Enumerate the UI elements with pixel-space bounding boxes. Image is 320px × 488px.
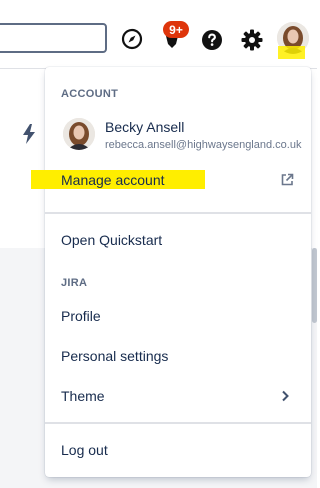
search-input[interactable] [0, 23, 107, 53]
menu-divider [45, 212, 311, 214]
top-navigation-bar: 9+ [0, 0, 317, 69]
gear-icon[interactable] [239, 27, 265, 53]
profile-item[interactable]: Profile [61, 308, 101, 324]
scrollbar[interactable] [312, 248, 317, 323]
menu-divider [45, 422, 311, 424]
account-section-title: ACCOUNT [61, 88, 119, 100]
log-out-item[interactable]: Log out [61, 442, 108, 458]
notification-count-badge[interactable]: 9+ [163, 21, 189, 38]
avatar-highlight-mark [278, 46, 305, 59]
jira-section-title: JIRA [61, 277, 88, 289]
theme-item[interactable]: Theme [61, 388, 105, 404]
lightning-icon [22, 124, 36, 149]
external-link-icon [280, 173, 294, 192]
account-dropdown-menu: ACCOUNT Becky Ansell rebecca.ansell@high… [31, 67, 311, 477]
user-email: rebecca.ansell@highwaysengland.co.uk [105, 139, 302, 151]
chevron-right-icon [281, 389, 289, 407]
compass-icon[interactable] [119, 26, 145, 52]
avatar [63, 118, 95, 150]
manage-account-link[interactable]: Manage account [61, 172, 165, 188]
open-quickstart-item[interactable]: Open Quickstart [61, 232, 162, 248]
personal-settings-item[interactable]: Personal settings [61, 348, 168, 364]
help-icon[interactable] [199, 27, 225, 53]
user-name: Becky Ansell [105, 119, 185, 135]
